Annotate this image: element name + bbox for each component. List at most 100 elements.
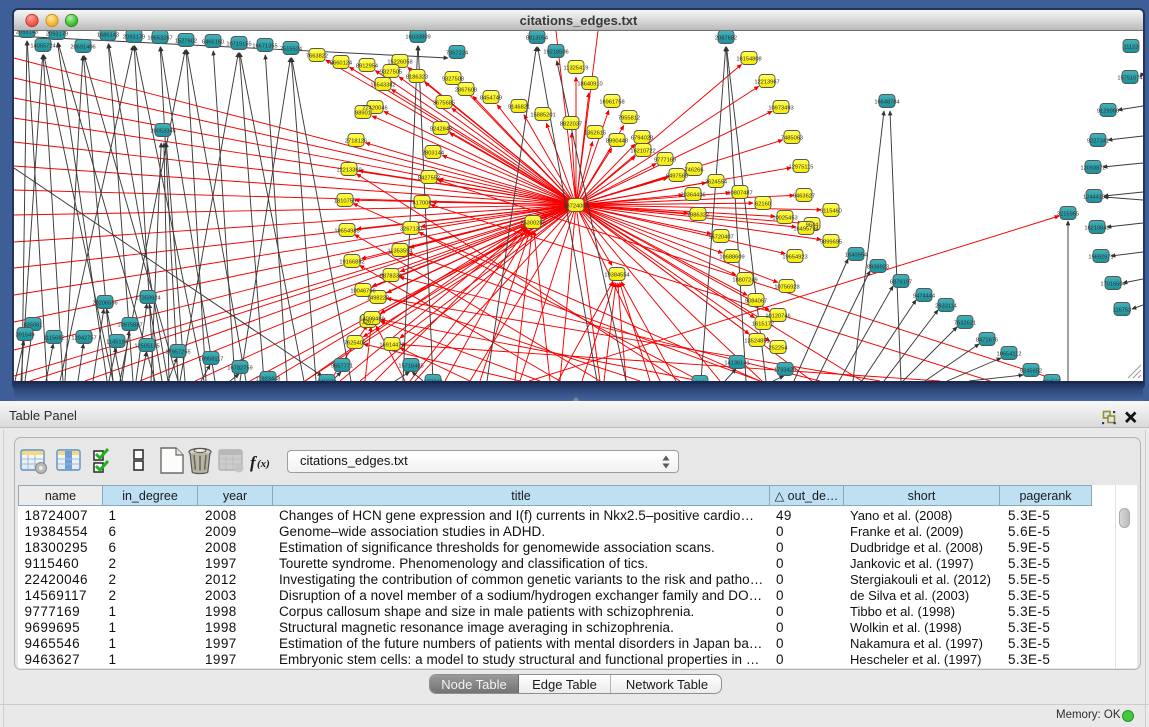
svg-text:11123: 11123 — [1124, 44, 1139, 50]
svg-text:1686143: 1686143 — [97, 32, 119, 38]
svg-text:1244415: 1244415 — [1083, 194, 1105, 200]
svg-text:252254: 252254 — [769, 345, 788, 351]
svg-text:8813054: 8813054 — [526, 35, 548, 41]
svg-text:1810755: 1810755 — [334, 198, 356, 204]
svg-text:7955812: 7955812 — [618, 115, 640, 121]
svg-text:9327508: 9327508 — [442, 76, 464, 82]
svg-text:13524851: 13524851 — [744, 338, 769, 344]
svg-text:116753: 116753 — [1113, 307, 1132, 313]
svg-text:19654923: 19654923 — [782, 254, 807, 260]
svg-text:62160: 62160 — [755, 201, 771, 207]
svg-text:15716485: 15716485 — [398, 363, 423, 369]
svg-text:2053143: 2053143 — [16, 31, 38, 35]
svg-text:16914479: 16914479 — [379, 342, 404, 348]
svg-text:15720407: 15720407 — [708, 234, 733, 240]
svg-text:10025453: 10025453 — [772, 215, 797, 221]
svg-text:9129966: 9129966 — [1097, 108, 1119, 114]
svg-text:2087682: 2087682 — [715, 35, 737, 41]
svg-text:20206556: 20206556 — [92, 300, 117, 306]
svg-text:18640910: 18640910 — [577, 81, 602, 87]
svg-text:20053346: 20053346 — [150, 128, 175, 134]
svg-text:16210643: 16210643 — [1084, 225, 1109, 231]
svg-text:9327505: 9327505 — [380, 69, 402, 75]
svg-text:10653267: 10653267 — [147, 35, 172, 41]
svg-text:7485063: 7485063 — [781, 135, 803, 141]
svg-text:8912954: 8912954 — [356, 63, 378, 69]
svg-text:15226058: 15226058 — [387, 59, 412, 65]
svg-text:17957255: 17957255 — [165, 349, 190, 355]
svg-text:11325419: 11325419 — [564, 65, 589, 71]
svg-text:2933114: 2933114 — [935, 303, 957, 309]
svg-text:11353594: 11353594 — [388, 248, 413, 254]
svg-text:7663822: 7663822 — [306, 53, 328, 59]
svg-text:10046766: 10046766 — [350, 288, 375, 294]
svg-text:10719155: 10719155 — [226, 41, 251, 47]
svg-text:14136141: 14136141 — [724, 360, 749, 366]
svg-text:10958117: 10958117 — [199, 356, 224, 362]
svg-text:10120746: 10120746 — [765, 313, 790, 319]
svg-text:7632621: 7632621 — [954, 320, 976, 326]
svg-text:98901: 98901 — [355, 110, 371, 116]
svg-text:2867608: 2867608 — [455, 87, 477, 93]
svg-text:20691406: 20691406 — [70, 44, 95, 50]
svg-text:15751074: 15751074 — [1117, 75, 1142, 81]
svg-text:16961758: 16961758 — [599, 99, 624, 105]
svg-text:12975115: 12975115 — [789, 164, 814, 170]
svg-text:14099489: 14099489 — [359, 316, 384, 322]
svg-text:15885201: 15885201 — [530, 112, 555, 118]
svg-text:19218506: 19218506 — [543, 49, 568, 55]
svg-text:9657771: 9657771 — [331, 363, 353, 369]
svg-text:3675685: 3675685 — [433, 100, 455, 106]
svg-text:12213967: 12213967 — [754, 79, 779, 85]
svg-text:8660124: 8660124 — [330, 60, 352, 66]
svg-text:16033809: 16033809 — [405, 34, 430, 40]
svg-text:1733426: 1733426 — [774, 367, 796, 373]
svg-text:746266: 746266 — [685, 167, 704, 173]
svg-text:12505135: 12505135 — [134, 343, 159, 349]
svg-text:15692971: 15692971 — [1088, 254, 1113, 260]
svg-text:2093179: 2093179 — [46, 31, 68, 37]
svg-text:10807487: 10807487 — [727, 190, 752, 196]
svg-text:19166852: 19166852 — [339, 259, 364, 265]
svg-text:7625402: 7625402 — [344, 340, 366, 346]
svg-text:9777169: 9777169 — [654, 157, 676, 163]
svg-text:1362615: 1362615 — [584, 130, 606, 136]
svg-text:20364436: 20364436 — [680, 192, 705, 198]
svg-text:10756928: 10756928 — [774, 284, 799, 290]
svg-text:10654112: 10654112 — [997, 351, 1022, 357]
svg-text:9242848: 9242848 — [430, 126, 452, 132]
svg-text:1145194: 1145194 — [106, 339, 128, 345]
svg-text:1527602: 1527602 — [175, 38, 197, 44]
svg-text:16671355: 16671355 — [252, 43, 277, 49]
svg-text:3267130: 3267130 — [400, 226, 422, 232]
svg-text:6879197: 6879197 — [890, 279, 912, 285]
svg-text:9115460: 9115460 — [820, 208, 842, 214]
svg-text:7986322: 7986322 — [687, 212, 709, 218]
svg-text:8471676: 8471676 — [976, 337, 998, 343]
svg-text:16543382: 16543382 — [370, 82, 395, 88]
svg-text:8427552: 8427552 — [418, 175, 440, 181]
svg-text:9474444: 9474444 — [913, 293, 935, 299]
svg-text:417006: 417006 — [413, 200, 432, 206]
svg-text:6466160: 6466160 — [202, 39, 224, 45]
svg-text:9227341: 9227341 — [1087, 138, 1109, 144]
svg-text:16495794: 16495794 — [793, 226, 818, 232]
svg-text:17016504: 17016504 — [1100, 281, 1125, 287]
svg-text:2803144: 2803144 — [422, 150, 444, 156]
svg-text:8878334: 8878334 — [380, 273, 402, 279]
svg-text:12213369: 12213369 — [336, 167, 361, 173]
svg-text:1115682: 1115682 — [43, 335, 64, 341]
svg-text:2093179: 2093179 — [123, 34, 145, 40]
svg-text:3215955: 3215955 — [1057, 211, 1079, 217]
svg-text:16154808: 16154808 — [736, 56, 761, 62]
svg-text:9146821: 9146821 — [508, 104, 530, 110]
svg-text:8822037: 8822037 — [560, 121, 582, 127]
svg-text:16210722: 16210722 — [630, 148, 655, 154]
svg-text:1498222: 1498222 — [367, 295, 389, 301]
svg-text:12093872: 12093872 — [1080, 165, 1105, 171]
svg-text:10975887: 10975887 — [117, 322, 142, 328]
svg-text:12942757: 12942757 — [71, 335, 96, 341]
svg-text:7515524: 7515524 — [280, 46, 302, 52]
svg-text:25300285: 25300285 — [520, 220, 545, 226]
svg-text:16782759: 16782759 — [227, 365, 252, 371]
